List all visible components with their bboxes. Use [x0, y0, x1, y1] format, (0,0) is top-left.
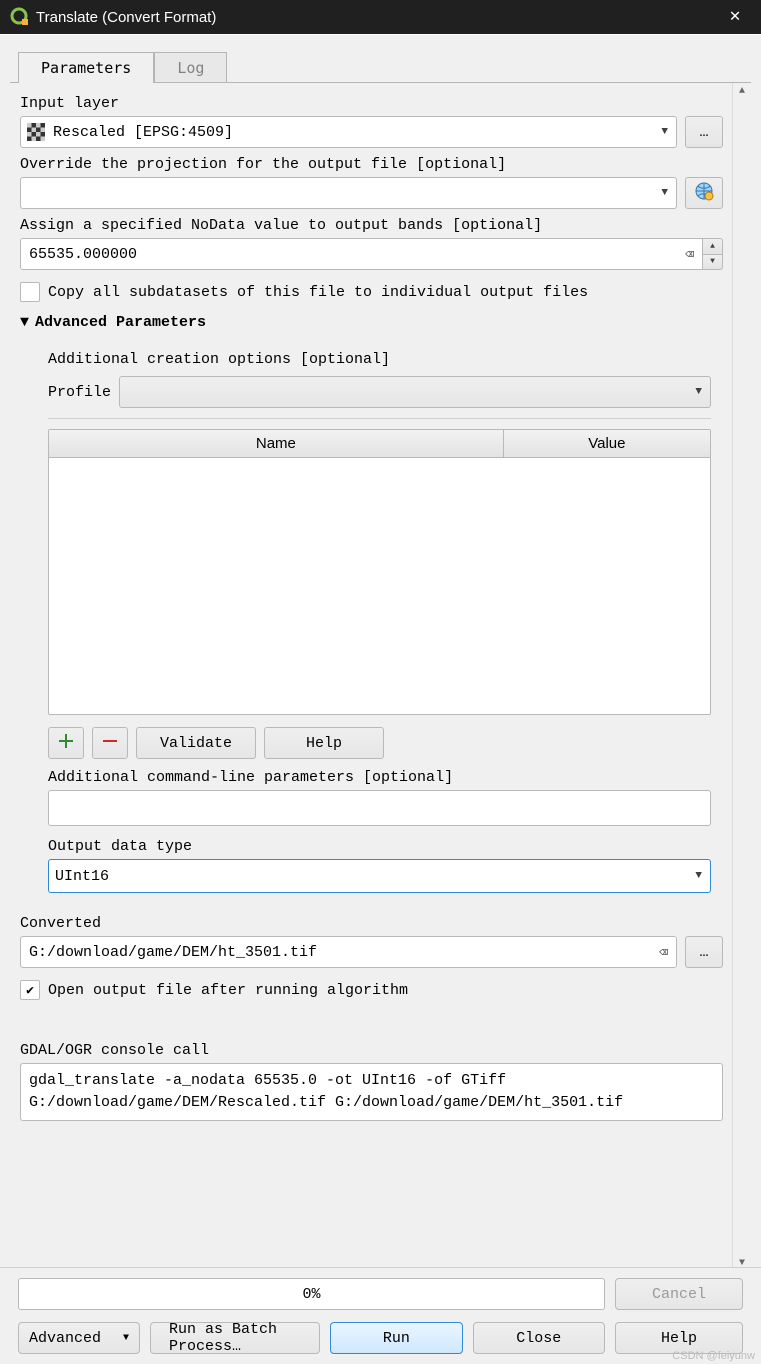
- close-button[interactable]: Close: [473, 1322, 605, 1354]
- converted-label: Converted: [20, 915, 723, 932]
- additional-cmdline-input[interactable]: [48, 790, 711, 826]
- column-name-header: Name: [49, 430, 504, 457]
- column-value-header: Value: [504, 430, 710, 457]
- collapse-icon: ▼: [20, 314, 29, 331]
- divider: [48, 418, 711, 419]
- open-output-checkbox[interactable]: ✔: [20, 980, 40, 1000]
- plus-icon: [58, 733, 74, 754]
- run-button[interactable]: Run: [330, 1322, 462, 1354]
- converted-path-input[interactable]: G:/download/game/DEM/ht_3501.tif ⌫: [20, 936, 677, 968]
- raster-layer-icon: [27, 123, 45, 141]
- profile-label: Profile: [48, 384, 111, 401]
- nodata-spin-down[interactable]: ▼: [703, 254, 723, 271]
- tab-parameters[interactable]: Parameters: [18, 52, 154, 83]
- input-layer-browse-button[interactable]: …: [685, 116, 723, 148]
- globe-icon: [694, 181, 714, 206]
- bottom-bar: 0% Cancel Advanced ▼ Run as Batch Proces…: [0, 1267, 761, 1364]
- override-projection-label: Override the projection for the output f…: [20, 156, 723, 173]
- advanced-menu-button[interactable]: Advanced ▼: [18, 1322, 140, 1354]
- override-projection-combo[interactable]: ▼: [20, 177, 677, 209]
- profile-combo[interactable]: ▼: [119, 376, 711, 408]
- vertical-scrollbar[interactable]: ▲ ▼: [732, 83, 751, 1273]
- chevron-down-icon: ▼: [695, 386, 704, 398]
- output-type-label: Output data type: [48, 838, 711, 855]
- tab-log[interactable]: Log: [154, 52, 227, 83]
- qgis-logo-icon: [10, 7, 30, 27]
- chevron-down-icon: ▼: [661, 126, 670, 138]
- chevron-down-icon: ▼: [661, 187, 670, 199]
- additional-cmdline-label: Additional command-line parameters [opti…: [48, 769, 711, 786]
- nodata-label: Assign a specified NoData value to outpu…: [20, 217, 723, 234]
- nodata-input[interactable]: 65535.000000 ⌫: [20, 238, 703, 270]
- creation-options-table[interactable]: Name Value: [48, 429, 711, 715]
- copy-subdatasets-label: Copy all subdatasets of this file to ind…: [48, 284, 588, 301]
- console-call-label: GDAL/OGR console call: [20, 1042, 723, 1059]
- open-output-label: Open output file after running algorithm: [48, 982, 408, 999]
- progress-bar: 0%: [18, 1278, 605, 1310]
- minus-icon: [102, 733, 118, 754]
- cancel-button: Cancel: [615, 1278, 743, 1310]
- window-title: Translate (Convert Format): [36, 9, 715, 26]
- scroll-up-icon[interactable]: ▲: [733, 83, 751, 101]
- validate-button[interactable]: Validate: [136, 727, 256, 759]
- chevron-down-icon: ▼: [695, 870, 704, 882]
- clear-icon[interactable]: ⌫: [685, 245, 694, 264]
- input-layer-combo[interactable]: Rescaled [EPSG:4509] ▼: [20, 116, 677, 148]
- nodata-spin-up[interactable]: ▲: [703, 238, 723, 254]
- run-batch-button[interactable]: Run as Batch Process…: [150, 1322, 320, 1354]
- additional-options-label: Additional creation options [optional]: [48, 351, 711, 368]
- converted-browse-button[interactable]: …: [685, 936, 723, 968]
- chevron-down-icon: ▼: [123, 1333, 129, 1344]
- advanced-parameters-toggle[interactable]: ▼ Advanced Parameters: [20, 314, 723, 331]
- clear-icon[interactable]: ⌫: [659, 943, 668, 962]
- options-help-button[interactable]: Help: [264, 727, 384, 759]
- add-option-button[interactable]: [48, 727, 84, 759]
- select-crs-button[interactable]: [685, 177, 723, 209]
- titlebar: Translate (Convert Format) ✕: [0, 0, 761, 34]
- watermark: CSDN @feiyunw: [672, 1350, 755, 1362]
- console-call-text: gdal_translate -a_nodata 65535.0 -ot UIn…: [20, 1063, 723, 1121]
- tab-bar: Parameters Log: [18, 51, 761, 82]
- remove-option-button[interactable]: [92, 727, 128, 759]
- copy-subdatasets-checkbox[interactable]: [20, 282, 40, 302]
- advanced-group: Additional creation options [optional] P…: [38, 337, 721, 899]
- input-layer-label: Input layer: [20, 95, 723, 112]
- output-type-combo[interactable]: UInt16 ▼: [48, 859, 711, 893]
- close-icon[interactable]: ✕: [715, 8, 755, 26]
